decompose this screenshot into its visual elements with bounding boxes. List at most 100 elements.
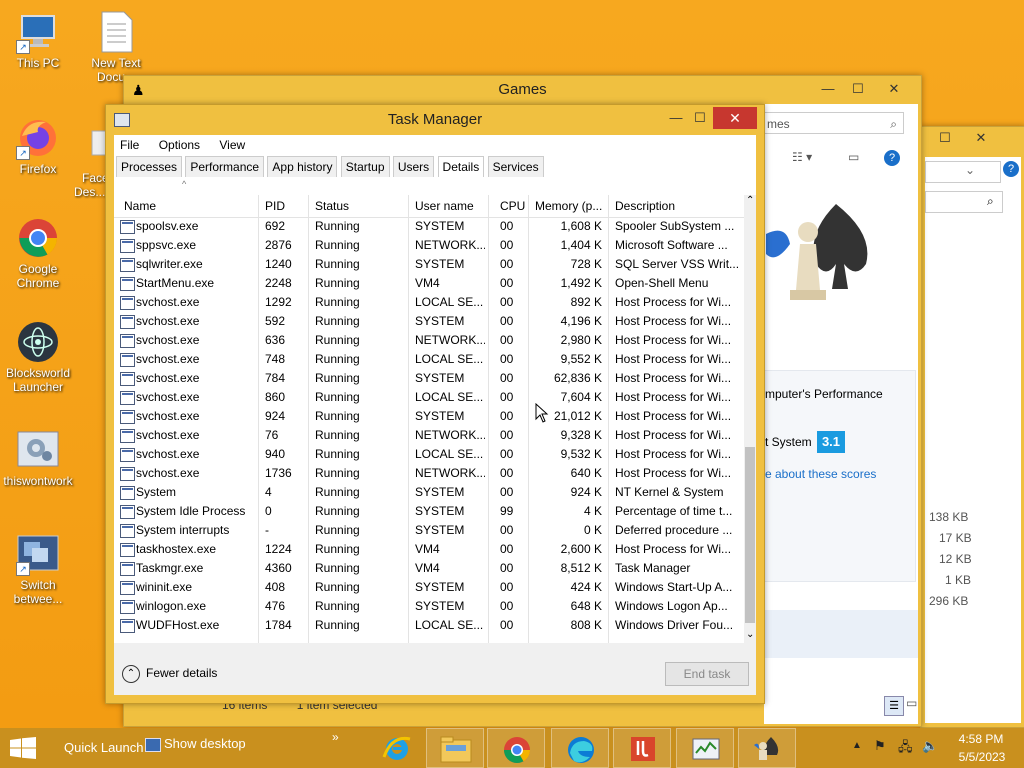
desktop-icon-this-pc[interactable]: ↗ This PC [0,10,78,70]
menu-options[interactable]: Options [159,138,200,152]
sort-ascending-icon: ^ [182,179,187,189]
large-icons-view-icon[interactable]: ▭ [906,696,917,710]
table-row[interactable]: svchost.exe 940 Running LOCAL SE... 00 9,532 … [114,445,744,464]
table-row[interactable]: svchost.exe 924 Running SYSTEM 00 21,012 K Hos… [114,407,744,426]
menu-view[interactable]: View [219,138,245,152]
taskbar-google-chrome[interactable] [487,728,545,768]
table-row[interactable]: sppsvc.exe 2876 Running NETWORK... 00 1,404 K… [114,236,744,255]
maximize-button[interactable]: ☐ [844,78,872,100]
volume-muted-icon[interactable]: 🔈 [922,738,938,754]
table-row[interactable]: svchost.exe 592 Running SYSTEM 00 4,196 K Host… [114,312,744,331]
table-row[interactable]: svchost.exe 748 Running LOCAL SE... 00 9,552 … [114,350,744,369]
task-manager-body: File Options View Processes Performance … [114,135,756,695]
table-row[interactable]: sqlwriter.exe 1240 Running SYSTEM 00 728 K SQL… [114,255,744,274]
close-button[interactable]: ✕ [880,78,908,100]
desktop-icon-blocksworld-launcher[interactable]: Blocksworld Launcher [0,320,78,394]
cell-pid: 592 [265,314,286,328]
table-row[interactable]: System Idle Process 0 Running SYSTEM 99 4 K Pe… [114,502,744,521]
column-header-name[interactable]: Name [124,199,156,213]
tab-users[interactable]: Users [392,156,435,177]
taskbar-file-explorer[interactable] [426,728,484,768]
fewer-details-button[interactable]: ⌃ Fewer details [122,663,217,683]
cell-desc: Percentage of time t... [615,504,733,518]
column-header-memory[interactable]: Memory (p... [535,199,602,213]
search-icon[interactable]: ⌕ [890,113,897,135]
process-icon [120,277,135,291]
table-row[interactable]: spoolsv.exe 692 Running SYSTEM 00 1,608 K Spoo… [114,217,744,236]
table-row[interactable]: svchost.exe 1736 Running NETWORK... 00 640 K H… [114,464,744,483]
table-row[interactable]: svchost.exe 636 Running NETWORK... 00 2,980 K… [114,331,744,350]
show-hidden-icons[interactable]: ▲ [852,740,862,751]
column-header-status[interactable]: Status [315,199,349,213]
scrollbar-thumb[interactable] [745,447,755,623]
maximize-button[interactable]: ☐ [931,127,959,149]
column-header-cpu[interactable]: CPU [500,199,525,213]
close-button[interactable]: ✕ [967,127,995,149]
vertical-scrollbar[interactable]: ⌃ ⌄ [744,195,756,643]
end-task-button[interactable]: End task [665,662,749,686]
tab-app-history[interactable]: App history [267,156,338,177]
taskbar-microsoft-edge[interactable] [551,728,609,768]
cell-pid: 924 [265,409,286,423]
close-button[interactable]: ✕ [713,107,757,129]
chevron-down-icon[interactable]: ⌄ [965,163,975,177]
explorer-window-background[interactable]: ☐ ✕ ⌄ ? ⌕ 138 KB 17 KB 12 KB 1 KB 296 KB [920,126,1024,728]
table-row[interactable]: Taskmgr.exe 4360 Running VM4 00 8,512 K Task M… [114,559,744,578]
table-row[interactable]: System 4 Running SYSTEM 00 924 K NT Kernel & S… [114,483,744,502]
help-icon[interactable]: ? [884,150,900,166]
scores-link[interactable]: e about these scores [765,467,876,481]
taskbar-app-red[interactable] [613,728,671,768]
table-row[interactable]: System interrupts - Running SYSTEM 00 0 K Defe… [114,521,744,540]
action-center-flag-icon[interactable]: ⚑ [874,738,886,754]
tab-performance[interactable]: Performance [185,156,265,177]
desktop-icon-new-text-document[interactable]: New Text Docu... [76,10,156,84]
clock-time[interactable]: 4:58 PM [958,732,1004,746]
table-row[interactable]: svchost.exe 76 Running NETWORK... 00 9,328 K H… [114,426,744,445]
table-row[interactable]: WUDFHost.exe 1784 Running LOCAL SE... 00 808 … [114,616,744,635]
search-input[interactable]: mes ⌕ [764,112,904,134]
desktop-icon-label: This PC [16,56,60,70]
toolbar-overflow-icon[interactable]: » [332,730,339,744]
preview-pane-icon[interactable]: ▭ [848,150,859,164]
network-icon[interactable]: 🖧 [898,738,913,760]
details-view-icon[interactable]: ☰ [884,696,904,716]
desktop-icon-switch-between[interactable]: ↗ Switch betwee... [0,532,78,606]
cell-user: SYSTEM [415,257,465,271]
taskbar-task-manager[interactable] [676,728,734,768]
tab-startup[interactable]: Startup [340,156,390,177]
minimize-button[interactable]: — [814,78,842,100]
table-row[interactable]: taskhostex.exe 1224 Running VM4 00 2,600 K Hos… [114,540,744,559]
menu-file[interactable]: File [120,138,139,152]
column-header-user-name[interactable]: User name [415,199,474,213]
clock-date[interactable]: 5/5/2023 [956,750,1008,764]
tab-details[interactable]: Details [437,156,485,179]
table-row[interactable]: svchost.exe 860 Running LOCAL SE... 00 7,604 … [114,388,744,407]
table-row[interactable]: winlogon.exe 476 Running SYSTEM 00 648 K Windo… [114,597,744,616]
taskbar-internet-explorer[interactable] [368,728,426,768]
desktop-icon-firefox[interactable]: ↗ Firefox [0,116,78,176]
cell-status: Running [315,428,360,442]
tab-services[interactable]: Services [487,156,544,177]
table-row[interactable]: StartMenu.exe 2248 Running VM4 00 1,492 K Open… [114,274,744,293]
maximize-button[interactable]: ☐ [686,107,714,129]
scroll-down-icon[interactable]: ⌄ [746,629,754,640]
show-desktop-icon[interactable] [145,738,161,752]
quick-launch-label[interactable]: Quick Launch [64,740,144,755]
windows-start-icon[interactable] [10,737,36,762]
tab-processes[interactable]: Processes [116,156,183,177]
view-options-icon[interactable]: ☷ ▾ [792,150,812,164]
search-icon[interactable]: ⌕ [987,194,994,209]
taskbar-games[interactable] [738,728,796,768]
column-header-pid[interactable]: PID [265,199,285,213]
address-bar[interactable] [925,161,1001,183]
column-header-description[interactable]: Description [615,199,675,213]
desktop-icon-google-chrome[interactable]: Google Chrome [0,216,78,290]
table-row[interactable]: svchost.exe 1292 Running LOCAL SE... 00 892 K… [114,293,744,312]
desktop-icon-thiswontwork[interactable]: thiswontwork [0,428,78,488]
scroll-up-icon[interactable]: ⌃ [746,195,754,206]
table-row[interactable]: svchost.exe 784 Running SYSTEM 00 62,836 K Hos… [114,369,744,388]
show-desktop-label[interactable]: Show desktop [164,736,246,751]
table-row[interactable]: wininit.exe 408 Running SYSTEM 00 424 K Window… [114,578,744,597]
help-icon[interactable]: ? [1003,161,1019,177]
task-manager-window[interactable]: Task Manager — ☐ ✕ File Options View Pro… [105,104,765,704]
